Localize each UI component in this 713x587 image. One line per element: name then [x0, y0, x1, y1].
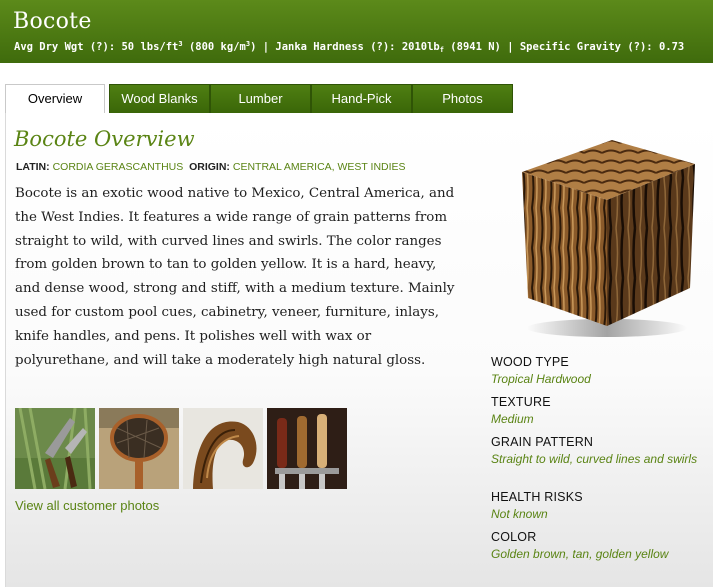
property-label: GRAIN PATTERN [491, 435, 594, 449]
property-grain-pattern: GRAIN PATTERN Straight to wild, curved l… [491, 435, 701, 467]
customer-photo-knives[interactable] [15, 408, 95, 489]
tab-hand-pick[interactable]: Hand-Pick [311, 84, 412, 114]
customer-photo-cane[interactable] [183, 408, 263, 489]
origin-value[interactable]: CENTRAL AMERICA, WEST INDIES [233, 161, 406, 173]
spec-separator: | [262, 41, 270, 53]
specific-gravity-label[interactable]: Specific Gravity (?): [520, 41, 653, 53]
property-value: Not known [491, 507, 548, 521]
property-value: Tropical Hardwood [491, 372, 591, 386]
tab-bar: Overview Wood Blanks Lumber Hand-Pick Ph… [5, 84, 713, 115]
wood-specs: Avg Dry Wgt (?): 50 lbs/ft3 (800 kg/m3) … [14, 40, 685, 54]
wood-description: Bocote is an exotic wood native to Mexic… [15, 186, 455, 368]
tab-lumber[interactable]: Lumber [210, 84, 311, 114]
property-wood-type: WOOD TYPE Tropical Hardwood [491, 355, 701, 387]
wood-cube-image [512, 128, 702, 340]
page-header: Bocote Avg Dry Wgt (?): 50 lbs/ft3 (800 … [0, 0, 713, 63]
superscript-3-metric: 3 [245, 40, 251, 48]
property-value: Medium [491, 412, 534, 426]
tab-photos[interactable]: Photos [412, 84, 513, 114]
latin-label: LATIN: [16, 161, 50, 173]
property-color: COLOR Golden brown, tan, golden yellow [491, 530, 701, 562]
janka-hardness-metric: (8941 N) [450, 41, 501, 53]
subscript-f: f [439, 46, 444, 54]
avg-dry-weight-value: 50 lbs/ft [121, 41, 179, 53]
customer-photo-tap-handles[interactable] [267, 408, 347, 489]
avg-dry-weight-label[interactable]: Avg Dry Wgt (?): [14, 41, 115, 53]
property-label: WOOD TYPE [491, 355, 569, 369]
property-label: HEALTH RISKS [491, 490, 583, 504]
customer-photo-net[interactable] [99, 408, 179, 489]
property-label: TEXTURE [491, 395, 551, 409]
overview-title: Bocote Overview [14, 127, 195, 151]
wood-title: Bocote [13, 9, 92, 34]
specific-gravity-value: 0.73 [658, 41, 685, 53]
property-health-risks: HEALTH RISKS Not known [491, 490, 701, 522]
latin-value[interactable]: CORDIA GERASCANTHUS [53, 161, 184, 173]
property-value: Golden brown, tan, golden yellow [491, 547, 669, 561]
superscript-3: 3 [178, 40, 183, 48]
property-texture: TEXTURE Medium [491, 395, 701, 427]
view-all-photos-link[interactable]: View all customer photos [15, 498, 159, 513]
avg-dry-weight-metric: (800 kg/m [188, 41, 246, 53]
spec-separator: | [507, 41, 514, 53]
property-label: COLOR [491, 530, 537, 544]
property-value: Straight to wild, curved lines and swirl… [491, 452, 698, 466]
tab-overview[interactable]: Overview [5, 84, 105, 115]
janka-hardness-value: 2010lb [401, 41, 440, 53]
latin-origin-line: LATIN: CORDIA GERASCANTHUS ORIGIN: CENTR… [16, 161, 406, 173]
tab-wood-blanks[interactable]: Wood Blanks [109, 84, 210, 114]
origin-label: ORIGIN: [189, 161, 230, 173]
janka-hardness-label[interactable]: Janka Hardness (?): [275, 41, 395, 53]
